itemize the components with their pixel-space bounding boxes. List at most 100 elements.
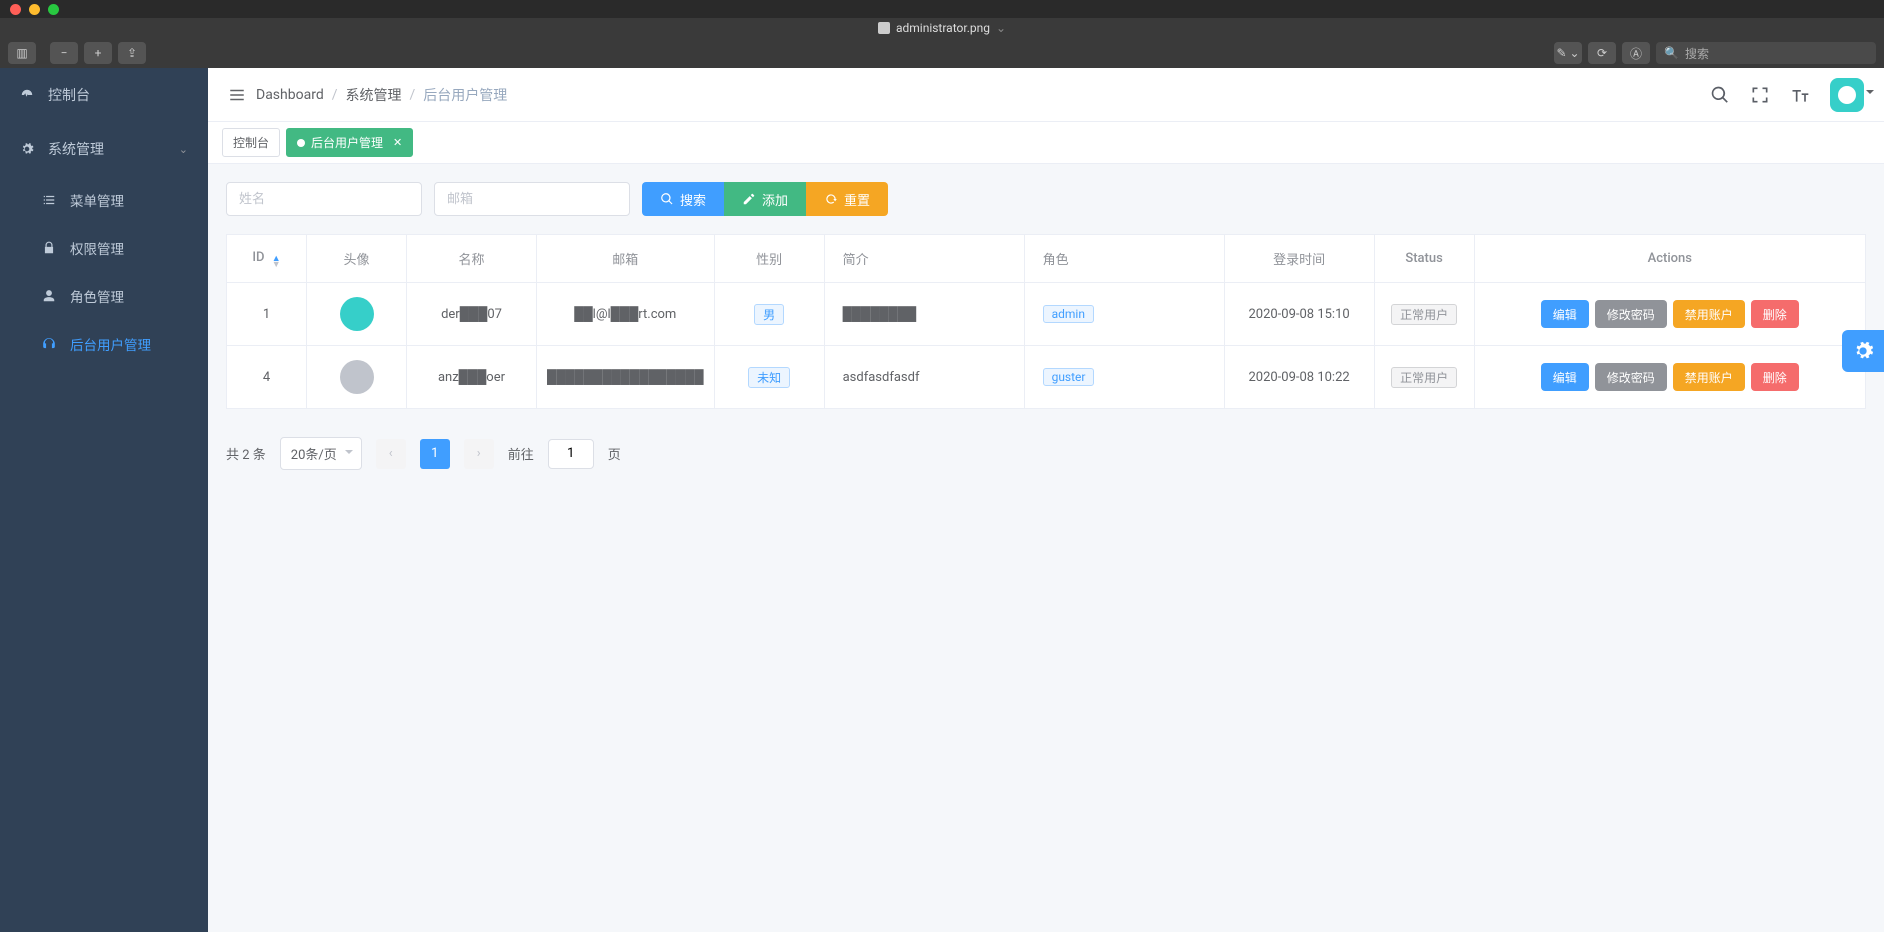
lock-icon xyxy=(42,241,56,255)
cell-gender: 男 xyxy=(714,283,824,346)
zoom-out-button[interactable]: − xyxy=(50,42,78,64)
edit-button[interactable]: 编辑 xyxy=(1541,363,1589,391)
delete-button[interactable]: 删除 xyxy=(1751,300,1799,328)
mac-search-field[interactable]: 🔍 搜索 xyxy=(1656,42,1876,64)
share-button[interactable]: ⇪ xyxy=(118,42,146,64)
tab-console[interactable]: 控制台 xyxy=(222,128,280,157)
button-label: 添加 xyxy=(762,190,788,209)
cell-avatar xyxy=(307,283,407,346)
search-icon[interactable] xyxy=(1710,85,1730,105)
sidebar-item-system[interactable]: 系统管理 ⌄ xyxy=(0,122,208,176)
table-row: 4 anz███oer █████████████████ 未知 asdfasd… xyxy=(227,346,1866,409)
table-row: 1 der███07 ██l@l███rt.com 男 ████████ adm… xyxy=(227,283,1866,346)
avatar-icon xyxy=(340,297,374,331)
cell-email: ██l@l███rt.com xyxy=(537,283,715,346)
th-intro: 简介 xyxy=(824,235,1024,283)
status-tag: 正常用户 xyxy=(1391,304,1457,325)
breadcrumb-item[interactable]: 系统管理 xyxy=(346,85,402,105)
sidebar-toggle-button[interactable]: ▥ xyxy=(8,42,36,64)
mac-traffic-lights xyxy=(0,0,1884,18)
add-button[interactable]: 添加 xyxy=(724,182,806,216)
tab-admin-users[interactable]: 后台用户管理 ✕ xyxy=(286,128,413,157)
reset-button[interactable]: 重置 xyxy=(806,182,888,216)
sidebar-item-console[interactable]: 控制台 xyxy=(0,68,208,122)
cell-email: █████████████████ xyxy=(537,346,715,409)
th-login-time: 登录时间 xyxy=(1224,235,1374,283)
gear-icon xyxy=(20,142,34,156)
filter-buttons: 搜索 添加 重置 xyxy=(642,182,888,216)
role-tag: admin xyxy=(1043,305,1094,323)
fullscreen-icon[interactable] xyxy=(1750,85,1770,105)
topbar-right xyxy=(1710,78,1864,112)
edit-button[interactable]: ✎ ⌄ xyxy=(1554,42,1582,64)
breadcrumb-sep: / xyxy=(332,87,338,103)
role-tag: guster xyxy=(1043,368,1095,386)
cell-name: der███07 xyxy=(407,283,537,346)
gear-icon xyxy=(1852,340,1874,362)
edit-button[interactable]: 编辑 xyxy=(1541,300,1589,328)
goto-suffix: 页 xyxy=(608,444,621,463)
topbar: Dashboard / 系统管理 / 后台用户管理 xyxy=(208,68,1884,122)
email-input[interactable] xyxy=(434,182,630,216)
hamburger-icon[interactable] xyxy=(228,86,246,104)
breadcrumb: Dashboard / 系统管理 / 后台用户管理 xyxy=(256,85,507,105)
goto-page-input[interactable] xyxy=(548,439,594,469)
mac-titlebar: administrator.png ⌄ xyxy=(0,18,1884,38)
pager-total: 共 2 条 xyxy=(226,444,266,463)
disable-button[interactable]: 禁用账户 xyxy=(1673,363,1745,391)
search-icon: 🔍 xyxy=(1664,46,1679,60)
delete-button[interactable]: 删除 xyxy=(1751,363,1799,391)
close-icon[interactable]: ✕ xyxy=(393,136,402,149)
th-status: Status xyxy=(1374,235,1474,283)
sidebar-sublabel: 后台用户管理 xyxy=(70,334,151,354)
edit-icon xyxy=(742,192,756,206)
sidebar-item-admin-users[interactable]: 后台用户管理 xyxy=(0,320,208,368)
breadcrumb-sep: / xyxy=(410,87,416,103)
breadcrumb-item[interactable]: Dashboard xyxy=(256,87,324,103)
settings-drawer-toggle[interactable] xyxy=(1842,330,1884,372)
mac-search-placeholder: 搜索 xyxy=(1685,45,1709,62)
th-avatar: 头像 xyxy=(307,235,407,283)
tabs-bar: 控制台 后台用户管理 ✕ xyxy=(208,122,1884,164)
close-window-icon[interactable] xyxy=(10,4,21,15)
cell-status: 正常用户 xyxy=(1374,346,1474,409)
th-id[interactable]: ID ▲▼ xyxy=(227,235,307,283)
change-password-button[interactable]: 修改密码 xyxy=(1595,363,1667,391)
maximize-window-icon[interactable] xyxy=(48,4,59,15)
markup-button[interactable]: Ⓐ xyxy=(1622,42,1650,64)
user-icon xyxy=(42,289,56,303)
table-header-row: ID ▲▼ 头像 名称 邮箱 性别 简介 角色 登录时间 Status Acti… xyxy=(227,235,1866,283)
sidebar-item-role-mgmt[interactable]: 角色管理 xyxy=(0,272,208,320)
th-gender: 性别 xyxy=(714,235,824,283)
sidebar-item-menu-mgmt[interactable]: 菜单管理 xyxy=(0,176,208,224)
minimize-window-icon[interactable] xyxy=(29,4,40,15)
cell-id: 4 xyxy=(227,346,307,409)
prev-page-button[interactable]: ‹ xyxy=(376,439,406,469)
page-number[interactable]: 1 xyxy=(420,439,450,469)
status-tag: 正常用户 xyxy=(1391,367,1457,388)
cell-login-time: 2020-09-08 10:22 xyxy=(1224,346,1374,409)
cell-intro: asdfasdfasdf xyxy=(824,346,1024,409)
th-role: 角色 xyxy=(1024,235,1224,283)
rotate-button[interactable]: ⟳ xyxy=(1588,42,1616,64)
sidebar-sublabel: 权限管理 xyxy=(70,238,124,258)
page-size-select[interactable]: 20条/页 xyxy=(280,437,362,470)
cell-avatar xyxy=(307,346,407,409)
zoom-in-button[interactable]: + xyxy=(84,42,112,64)
next-page-button[interactable]: › xyxy=(464,439,494,469)
list-icon xyxy=(42,193,56,207)
change-password-button[interactable]: 修改密码 xyxy=(1595,300,1667,328)
user-avatar[interactable] xyxy=(1830,78,1864,112)
file-icon xyxy=(878,22,890,34)
sidebar: 控制台 系统管理 ⌄ 菜单管理 权限管理 角色管理 后台用户管理 xyxy=(0,68,208,932)
sidebar-sublabel: 角色管理 xyxy=(70,286,124,306)
users-table: ID ▲▼ 头像 名称 邮箱 性别 简介 角色 登录时间 Status Acti… xyxy=(226,234,1866,409)
sidebar-item-permission-mgmt[interactable]: 权限管理 xyxy=(0,224,208,272)
tab-label: 后台用户管理 xyxy=(311,134,383,151)
font-size-icon[interactable] xyxy=(1790,85,1810,105)
search-button[interactable]: 搜索 xyxy=(642,182,724,216)
disable-button[interactable]: 禁用账户 xyxy=(1673,300,1745,328)
main-content: Dashboard / 系统管理 / 后台用户管理 控制台 后台 xyxy=(208,68,1884,932)
th-actions: Actions xyxy=(1474,235,1865,283)
name-input[interactable] xyxy=(226,182,422,216)
